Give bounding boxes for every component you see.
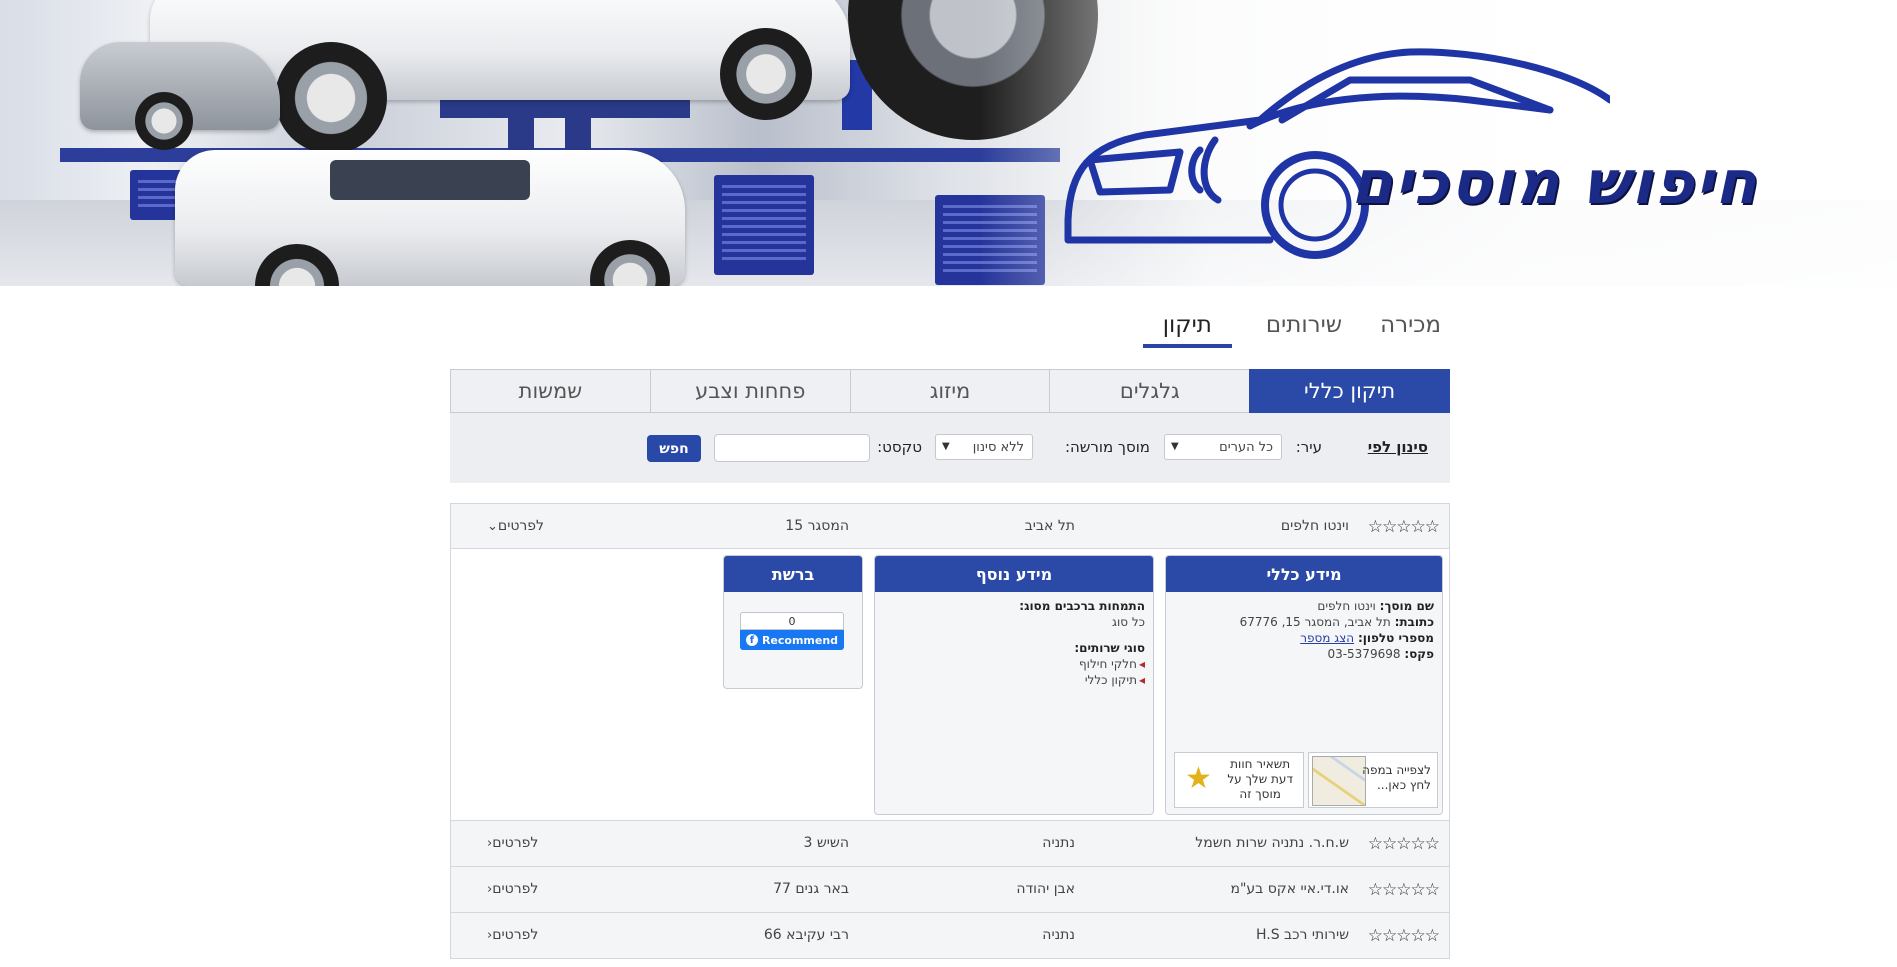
- general-info-panel: מידע כללי שם מוסך: וינטו חלפים כתובת: תל…: [1165, 555, 1443, 815]
- top-nav: תיקון שירותים מכירה: [1142, 312, 1445, 348]
- car-wheel: [135, 92, 193, 150]
- web-panel: ברשת 0 f Recommend: [723, 555, 863, 689]
- address-value: תל אביב, המסגר 15, 67776: [1239, 615, 1391, 629]
- details-label: לפרטים: [497, 518, 545, 534]
- details-toggle[interactable]: לפרטים‹: [481, 835, 538, 851]
- name-value: וינטו חלפים: [1317, 599, 1376, 613]
- city-select-value: כל הערים: [1219, 439, 1273, 455]
- garage-city: תל אביב: [1024, 518, 1075, 534]
- chevron-down-icon: ⌄: [487, 519, 498, 534]
- service-item: תיקון כללי: [883, 672, 1145, 688]
- garage-name: וינטו חלפים: [1280, 518, 1349, 534]
- fax-value: 03-5379698: [1327, 647, 1401, 661]
- specialty-value: כל סוג: [1112, 615, 1145, 629]
- filter-title: סינון לפי: [1367, 438, 1428, 456]
- car-window: [330, 160, 530, 200]
- authorized-select-value: ללא סינון: [972, 439, 1024, 455]
- tab-sales[interactable]: מכירה: [1376, 312, 1445, 348]
- rating-stars-icon[interactable]: ☆☆☆☆☆: [1368, 880, 1440, 900]
- details-label: לפרטים: [492, 881, 539, 897]
- category-tabs: תיקון כללי גלגלים מיזוג פחחות וצבע שמשות: [450, 369, 1450, 413]
- stars-icon: ★: [1185, 761, 1212, 796]
- search-text-input[interactable]: [714, 434, 870, 462]
- details-label: לפרטים: [492, 927, 539, 943]
- phone-label: מספרי טלפון:: [1357, 631, 1434, 645]
- garage-city: אבן יהודה: [1016, 881, 1075, 897]
- city-select[interactable]: כל הערים ▼: [1164, 434, 1282, 460]
- garage-name: או.די.איי אקס בע"מ: [1230, 881, 1349, 897]
- tab-repair[interactable]: תיקון: [1142, 312, 1232, 348]
- authorized-garage-label: מוסך מורשה:: [1064, 438, 1150, 456]
- fax-label: פקס:: [1404, 647, 1434, 661]
- site-logo-text: חיפוש מוסכים: [1347, 148, 1771, 218]
- details-label: לפרטים: [492, 835, 539, 851]
- results-list: ☆☆☆☆☆ וינטו חלפים תל אביב המסגר 15 לפרטי…: [450, 503, 1450, 959]
- facebook-recommend-label: Recommend: [761, 633, 839, 647]
- garage-city: נתניה: [1042, 927, 1075, 943]
- details-toggle[interactable]: לפרטים‹: [481, 881, 538, 897]
- map-link-line1: לצפייה במפה: [1362, 763, 1431, 777]
- map-link-line2: לחץ כאן...: [1376, 778, 1431, 792]
- tab-general-repair[interactable]: תיקון כללי: [1249, 369, 1450, 413]
- tab-windshields[interactable]: שמשות: [450, 369, 650, 413]
- facebook-icon: f: [745, 634, 758, 646]
- filter-bar: סינון לפי עיר: כל הערים ▼ מוסך מורשה: לל…: [450, 413, 1450, 483]
- details-toggle[interactable]: לפרטים⌄: [481, 518, 544, 534]
- header-banner: חיפוש מוסכים: [0, 0, 1897, 286]
- garage-address: באר גנים 77: [773, 881, 849, 897]
- additional-info-panel: מידע נוסף התמחות ברכבים מסוג: כל סוג סוג…: [874, 555, 1154, 815]
- rating-stars-icon[interactable]: ☆☆☆☆☆: [1368, 926, 1440, 946]
- service-item: חלקי חילוף: [883, 656, 1145, 672]
- tab-services[interactable]: שירותים: [1262, 312, 1346, 348]
- garage-address: רבי עקיבא 66: [763, 927, 849, 943]
- map-link-box[interactable]: לצפייה במפה לחץ כאן...: [1308, 752, 1438, 808]
- garage-address: השיש 3: [803, 835, 850, 851]
- garage-name: שירותי רכב H.S: [1255, 927, 1349, 943]
- rating-stars-icon[interactable]: ☆☆☆☆☆: [1368, 517, 1440, 537]
- tab-body-paint[interactable]: פחחות וצבע: [649, 369, 850, 413]
- result-row[interactable]: ☆☆☆☆☆ ש.ח.ר. נתניה שרות חשמל נתניה השיש …: [450, 821, 1450, 867]
- review-line1: תשאיר חוות: [1230, 757, 1291, 771]
- toolbox-cabinet: [714, 175, 814, 275]
- additional-info-title: מידע נוסף: [875, 556, 1153, 592]
- result-row[interactable]: ☆☆☆☆☆ או.די.איי אקס בע"מ אבן יהודה באר ג…: [450, 867, 1450, 913]
- show-phone-link[interactable]: הצג מספר: [1300, 631, 1354, 645]
- authorized-garage-select[interactable]: ללא סינון ▼: [935, 434, 1033, 460]
- car-wheel: [275, 42, 387, 154]
- specialty-label: התמחות ברכבים מסוג:: [1019, 599, 1145, 613]
- facebook-count: 0: [740, 612, 844, 630]
- garage-address: המסגר 15: [785, 518, 849, 534]
- result-row[interactable]: ☆☆☆☆☆ שירותי רכב H.S נתניה רבי עקיבא 66 …: [450, 913, 1450, 959]
- result-row[interactable]: ☆☆☆☆☆ וינטו חלפים תל אביב המסגר 15 לפרטי…: [450, 503, 1450, 549]
- facebook-recommend-button[interactable]: f Recommend: [740, 630, 844, 650]
- name-label: שם מוסך:: [1379, 599, 1434, 613]
- review-line3: מוסך זה: [1239, 787, 1281, 801]
- lift-arm: [440, 100, 690, 118]
- chevron-down-icon: ▼: [1171, 441, 1179, 452]
- services-label: סוגי שרותים:: [1074, 641, 1145, 655]
- tab-air-conditioning[interactable]: מיזוג: [849, 369, 1050, 413]
- map-thumbnail-icon: [1312, 756, 1366, 806]
- search-button[interactable]: חפש: [647, 435, 701, 462]
- general-info-title: מידע כללי: [1166, 556, 1442, 592]
- tab-wheels[interactable]: גלגלים: [1049, 369, 1250, 413]
- garage-details: מידע כללי שם מוסך: וינטו חלפים כתובת: תל…: [450, 549, 1450, 821]
- garage-city: נתניה: [1042, 835, 1075, 851]
- rating-stars-icon[interactable]: ☆☆☆☆☆: [1368, 834, 1440, 854]
- review-line2: דעת שלך על: [1227, 772, 1293, 786]
- text-label: טקסט:: [877, 438, 922, 456]
- address-label: כתובת:: [1394, 615, 1434, 629]
- city-label: עיר:: [1295, 438, 1322, 456]
- web-panel-title: ברשת: [724, 556, 862, 592]
- garage-name: ש.ח.ר. נתניה שרות חשמל: [1195, 835, 1349, 851]
- facebook-recommend-widget[interactable]: 0 f Recommend: [740, 612, 844, 654]
- details-toggle[interactable]: לפרטים‹: [481, 927, 538, 943]
- car-wheel: [720, 28, 812, 120]
- chevron-down-icon: ▼: [942, 441, 950, 452]
- review-link-box[interactable]: ★ תשאיר חוות דעת שלך על מוסך זה: [1174, 752, 1304, 808]
